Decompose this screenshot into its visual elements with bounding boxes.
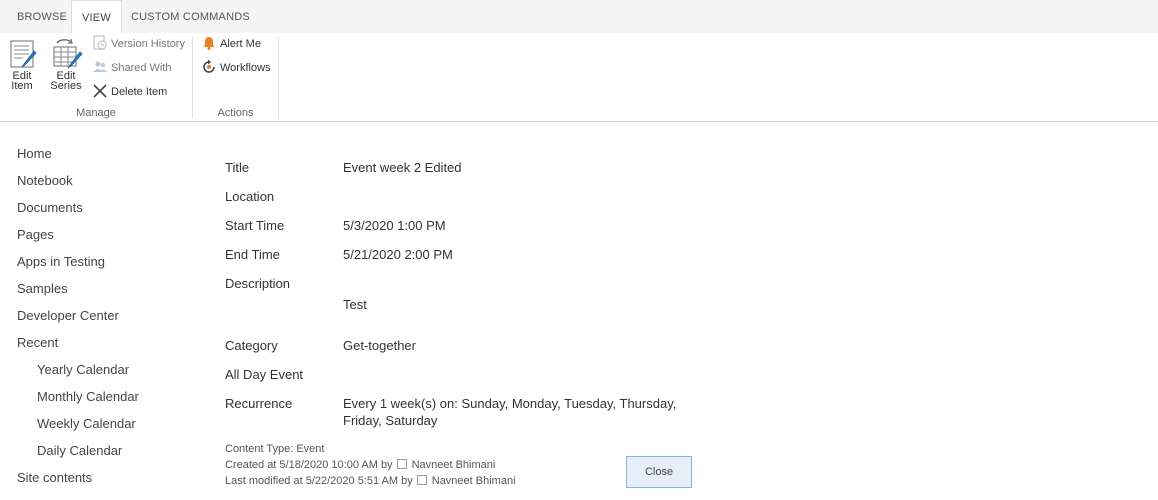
field-label-start-time: Start Time	[225, 218, 285, 233]
field-label-category: Category	[225, 338, 278, 353]
edit-item-icon	[2, 37, 42, 69]
field-value-recurrence: Every 1 week(s) on: Sunday, Monday, Tues…	[343, 396, 677, 428]
field-label-end-time: End Time	[225, 247, 280, 262]
nav-item-documents[interactable]: Documents	[17, 198, 83, 218]
field-label-description: Description	[225, 276, 291, 291]
field-value-description: Test	[343, 297, 367, 312]
nav-item-samples[interactable]: Samples	[17, 279, 68, 299]
field-value-title: Event week 2 Edited	[343, 160, 462, 175]
manage-group-label: Manage	[76, 107, 116, 119]
field-label-title: Title	[225, 160, 250, 175]
actions-group-label: Actions	[217, 107, 254, 119]
ribbon-tab-bar: BROWSE VIEW CUSTOM COMMANDS	[0, 0, 1158, 34]
ribbon-group-manage: Edit Item Edit Series Version History Sh…	[0, 33, 192, 121]
version-history-button[interactable]: Version History	[92, 34, 185, 54]
modified-prefix: Last modified at 5/22/2020 5:51 AM by	[225, 475, 413, 487]
edit-item-label-line2: Item	[11, 80, 33, 92]
tab-view[interactable]: VIEW	[71, 0, 122, 34]
nav-item-daily-calendar[interactable]: Daily Calendar	[37, 441, 122, 461]
edit-series-label-line2: Series	[50, 80, 82, 92]
ribbon: Edit Item Edit Series Version History Sh…	[0, 33, 1158, 122]
nav-item-recent[interactable]: Recent	[17, 333, 58, 353]
shared-with-label: Shared With	[111, 62, 172, 74]
shared-with-button[interactable]: Shared With	[92, 58, 172, 78]
created-prefix: Created at 5/18/2020 10:00 AM by	[225, 459, 393, 471]
field-value-category: Get-together	[343, 338, 416, 353]
nav-item-site-contents[interactable]: Site contents	[17, 468, 92, 488]
edit-series-icon	[46, 37, 86, 69]
workflow-icon	[201, 59, 217, 75]
edit-series-button[interactable]: Edit Series	[46, 37, 86, 93]
nav-item-monthly-calendar[interactable]: Monthly Calendar	[37, 387, 139, 407]
ribbon-separator	[278, 36, 279, 118]
created-by-user[interactable]: Navneet Bhimani	[412, 459, 496, 471]
version-history-label: Version History	[111, 38, 185, 50]
tab-browse[interactable]: BROWSE	[7, 0, 77, 33]
nav-item-home[interactable]: Home	[17, 144, 52, 164]
content-type-text: Content Type: Event	[225, 443, 325, 455]
field-label-location: Location	[225, 189, 275, 204]
modified-info: Last modified at 5/22/2020 5:51 AM by Nav…	[225, 474, 516, 489]
edit-item-button[interactable]: Edit Item	[2, 37, 42, 93]
delete-x-icon	[92, 83, 108, 99]
shared-with-icon	[92, 59, 108, 75]
field-value-start-time: 5/3/2020 1:00 PM	[343, 218, 446, 233]
alert-me-label: Alert Me	[220, 38, 261, 50]
alert-me-button[interactable]: Alert Me	[201, 34, 261, 54]
nav-item-developer-center[interactable]: Developer Center	[17, 306, 119, 326]
field-label-all-day-event: All Day Event	[225, 367, 304, 382]
version-history-icon	[92, 35, 108, 51]
workflows-button[interactable]: Workflows	[201, 58, 271, 78]
nav-item-notebook[interactable]: Notebook	[17, 171, 73, 191]
field-label-recurrence: Recurrence	[225, 396, 293, 411]
bell-icon	[201, 35, 217, 51]
workflows-label: Workflows	[220, 62, 271, 74]
delete-item-button[interactable]: Delete Item	[92, 82, 167, 102]
modified-by-user[interactable]: Navneet Bhimani	[432, 475, 516, 487]
nav-item-weekly-calendar[interactable]: Weekly Calendar	[37, 414, 136, 434]
close-button[interactable]: Close	[626, 456, 692, 488]
nav-item-pages[interactable]: Pages	[17, 225, 54, 245]
tab-custom-commands[interactable]: CUSTOM COMMANDS	[121, 0, 260, 33]
presence-icon	[396, 459, 407, 470]
nav-item-apps-in-testing[interactable]: Apps in Testing	[17, 252, 105, 272]
delete-item-label: Delete Item	[111, 86, 168, 98]
created-info: Created at 5/18/2020 10:00 AM by Navneet …	[225, 458, 495, 473]
nav-item-yearly-calendar[interactable]: Yearly Calendar	[37, 360, 129, 380]
field-value-end-time: 5/21/2020 2:00 PM	[343, 247, 453, 262]
ribbon-group-actions: Alert Me Workflows Actions	[193, 33, 278, 121]
presence-icon	[416, 475, 427, 486]
